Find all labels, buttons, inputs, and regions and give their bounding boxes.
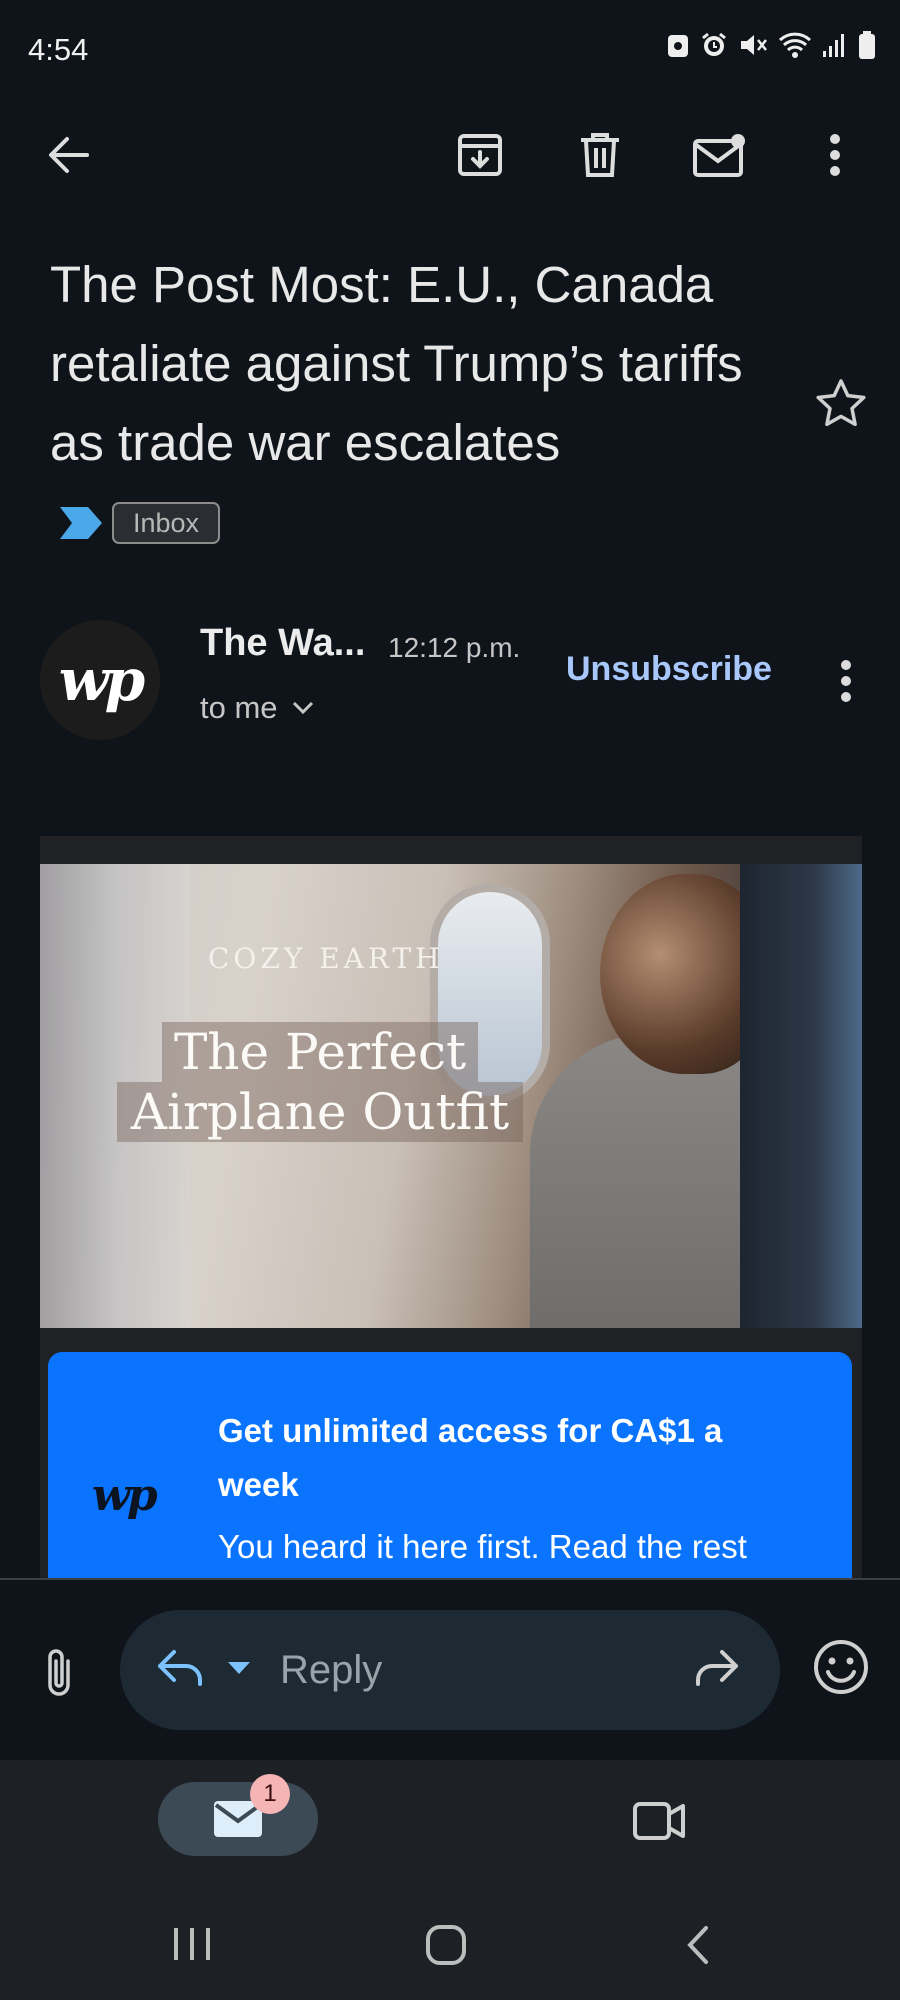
mark-unread-button[interactable]	[685, 120, 755, 190]
forward-icon[interactable]	[692, 1646, 740, 1690]
avatar-logo: wp	[58, 646, 146, 714]
promo-text: You heard it here first. Read the rest	[218, 1528, 747, 1565]
recent-apps-icon[interactable]	[170, 1924, 214, 1964]
email-labels: Inbox	[58, 502, 221, 544]
sender-more-button[interactable]	[828, 646, 864, 716]
reply-placeholder: Reply	[280, 1648, 383, 1692]
back-arrow-icon	[49, 137, 89, 173]
recipient-details-toggle[interactable]: to me	[200, 690, 314, 726]
wifi-icon	[778, 32, 812, 58]
inbox-label-chip[interactable]: Inbox	[112, 502, 221, 544]
paperclip-icon	[48, 1649, 70, 1696]
more-vert-icon	[830, 134, 840, 176]
ad-bg-seat-right	[740, 864, 862, 1328]
system-navigation-bar	[0, 1910, 900, 2000]
archive-button[interactable]	[445, 120, 515, 190]
more-options-button[interactable]	[800, 120, 870, 190]
video-icon[interactable]	[632, 1794, 686, 1844]
recipient-text: to me	[200, 690, 278, 725]
mute-icon	[741, 35, 767, 55]
subscription-promo[interactable]: wp Get unlimited access for CA$1 a week …	[48, 1352, 852, 1578]
email-time: 12:12 p.m.	[388, 632, 521, 663]
status-icons	[666, 30, 876, 60]
status-time: 4:54	[28, 32, 89, 67]
reply-options-caret-icon[interactable]	[226, 1660, 252, 1676]
ad-headline-line2: Airplane Outfit	[116, 1082, 524, 1142]
mark-unread-icon	[693, 134, 745, 177]
reply-input[interactable]: Reply	[120, 1610, 780, 1730]
ad-headline: The Perfect Airplane Outfit	[110, 1022, 530, 1142]
email-body: COZY EARTH The Perfect Airplane Outfit w…	[40, 836, 862, 1578]
ad-brand: COZY EARTH	[208, 942, 444, 975]
status-bar: 4:54	[0, 0, 900, 100]
email-subject: The Post Most: E.U., Canada retaliate ag…	[50, 256, 743, 471]
wp-logo: wp	[92, 1470, 158, 1521]
lock-screen-icon	[668, 35, 688, 57]
star-button[interactable]	[810, 372, 872, 434]
sender-row: wp The Wa... 12:12 p.m. to me Unsubscrib…	[0, 620, 900, 740]
star-icon	[816, 379, 866, 427]
ad-headline-line1: The Perfect	[161, 1022, 479, 1082]
reply-bar: Reply	[0, 1578, 900, 1760]
delete-button[interactable]	[565, 120, 635, 190]
tab-mail[interactable]	[158, 1782, 318, 1856]
sender-name[interactable]: The Wa...	[200, 622, 365, 665]
attach-button[interactable]	[34, 1638, 84, 1708]
ad-banner-image[interactable]: COZY EARTH The Perfect Airplane Outfit	[40, 864, 862, 1328]
delete-icon	[581, 133, 619, 177]
important-marker-icon[interactable]	[58, 503, 104, 543]
archive-icon	[458, 134, 502, 176]
unsubscribe-link[interactable]: Unsubscribe	[566, 650, 772, 689]
more-vert-icon	[841, 660, 851, 702]
battery-icon	[859, 31, 875, 59]
signal-icon	[823, 34, 844, 57]
reply-icon[interactable]	[156, 1646, 206, 1690]
chevron-down-icon	[292, 701, 313, 715]
emoji-icon[interactable]	[812, 1638, 870, 1696]
home-icon[interactable]	[424, 1924, 468, 1966]
alarm-icon	[702, 32, 726, 56]
promo-title: Get unlimited access for CA$1 a week	[218, 1412, 723, 1503]
mail-unread-badge: 1	[250, 1774, 290, 1814]
avatar[interactable]: wp	[40, 620, 160, 740]
email-toolbar	[0, 100, 900, 210]
bottom-navigation: 1	[0, 1760, 900, 2000]
back-button[interactable]	[34, 120, 104, 190]
system-back-icon[interactable]	[684, 1924, 712, 1966]
